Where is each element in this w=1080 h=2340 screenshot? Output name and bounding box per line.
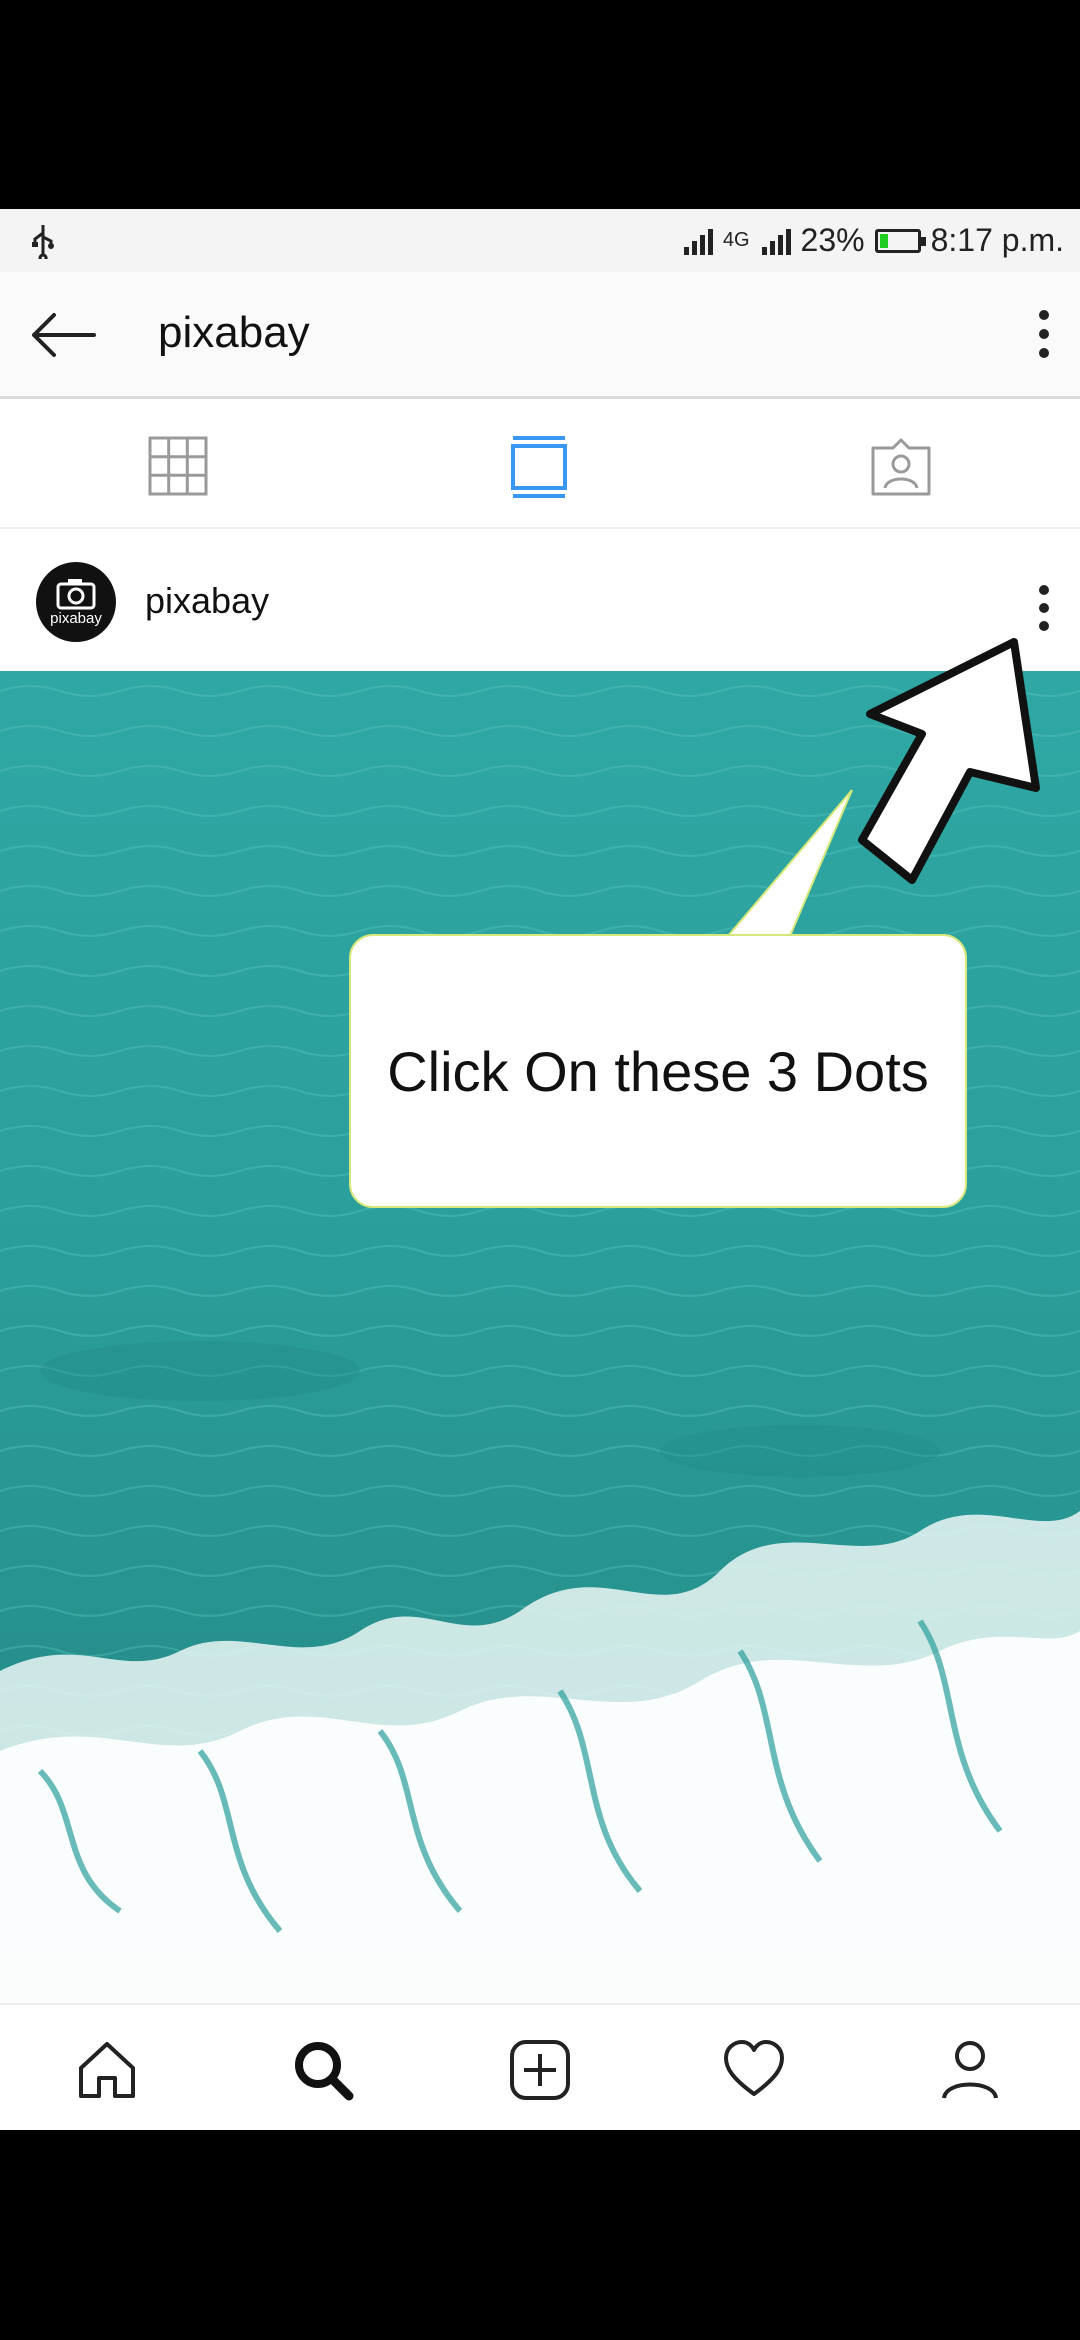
signal-icon	[683, 227, 713, 255]
battery-icon	[874, 228, 926, 253]
home-icon[interactable]	[75, 2038, 139, 2102]
bottom-nav	[0, 2003, 1080, 2130]
post-username[interactable]: pixabay	[145, 580, 269, 622]
top-bar: pixabay	[0, 272, 1080, 399]
back-arrow-icon[interactable]	[30, 312, 96, 358]
status-bar: 4G 23% 8:17 p.m.	[0, 209, 1080, 272]
more-options-icon[interactable]	[1036, 308, 1052, 360]
callout-box: Click On these 3 Dots	[349, 934, 967, 1208]
usb-icon	[32, 225, 54, 259]
feed-icon[interactable]	[507, 434, 571, 498]
letterbox-bottom	[0, 2130, 1080, 2340]
profile-tabs	[0, 399, 1080, 529]
network-type: 4G	[722, 229, 750, 251]
clock: 8:17 p.m.	[930, 222, 1064, 258]
tagged-icon[interactable]	[869, 434, 933, 498]
sea-waves-image	[0, 671, 1080, 2003]
search-icon[interactable]	[291, 2038, 355, 2102]
battery-percent: 23%	[800, 222, 865, 258]
avatar-brand: pixabay	[50, 610, 102, 627]
post-image[interactable]	[0, 671, 1080, 2003]
heart-icon[interactable]	[722, 2038, 786, 2102]
page-title: pixabay	[158, 308, 310, 357]
letterbox-top	[0, 0, 1080, 209]
add-post-icon[interactable]	[508, 2038, 572, 2102]
profile-icon[interactable]	[938, 2038, 1002, 2102]
signal-icon-2	[761, 227, 791, 255]
grid-icon[interactable]	[146, 434, 210, 498]
post-header: pixabay pixabay	[0, 529, 1080, 671]
callout-text: Click On these 3 Dots	[387, 1039, 929, 1103]
avatar[interactable]: pixabay	[36, 562, 116, 642]
camera-icon	[56, 579, 96, 610]
post-options-icon[interactable]	[1036, 583, 1052, 633]
